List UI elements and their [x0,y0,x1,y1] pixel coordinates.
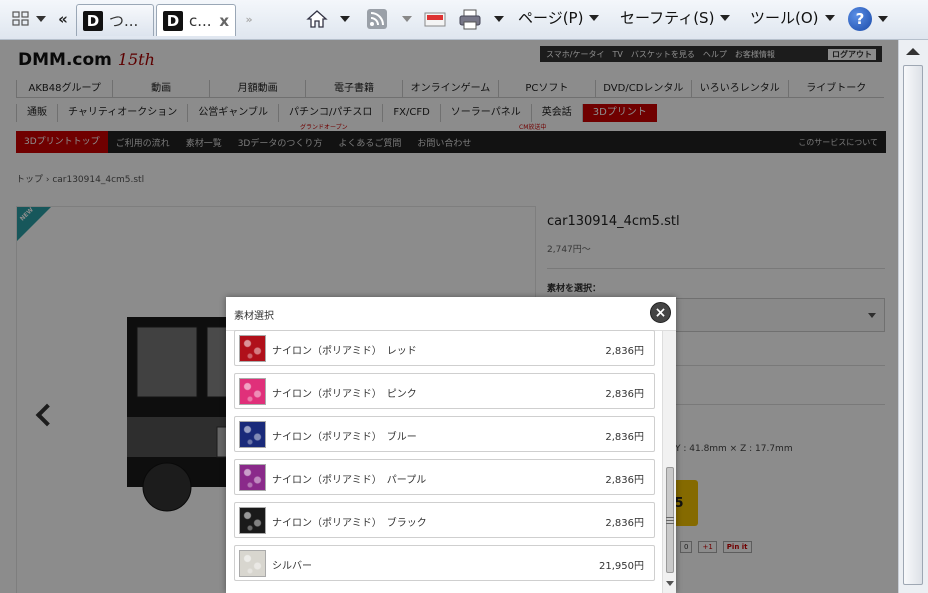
browser-tab-2[interactable]: D c... x [156,4,236,36]
material-price: 2,836円 [605,389,644,400]
chevron-down-icon [878,16,888,22]
material-name: ナイロン（ポリアミド） ブルー [272,432,417,443]
swatch-blue [239,421,266,448]
tab-grid-icon[interactable] [8,6,34,32]
chevron-down-icon [720,14,731,21]
material-name: ナイロン（ポリアミド） ブラック [272,518,427,529]
scroll-tabs-left-button[interactable]: « [52,6,74,32]
material-option-blue[interactable]: ナイロン（ポリアミド） ブルー 2,836円 [234,416,655,452]
material-name: ナイロン（ポリアミド） レッド [272,346,417,357]
material-price: 21,950円 [599,561,644,572]
swatch-pink [239,378,266,405]
dmm-favicon-icon: D [83,10,103,31]
browser-tab-label: c... [189,11,212,30]
material-list: ナイロン（ポリアミド） レッド 2,836円 ナイロン（ポリアミド） ピンク 2… [226,330,676,593]
swatch-black [239,507,266,534]
dialog-title: 素材選択 [234,311,274,322]
dialog-scroll-thumb[interactable] [666,467,674,573]
safety-menu[interactable]: セーフティ(S) [620,7,731,28]
material-name: シルバー [272,561,312,572]
help-menu[interactable]: ? [848,6,888,32]
scroll-down-icon[interactable] [666,581,674,586]
material-option-pink[interactable]: ナイロン（ポリアミド） ピンク 2,836円 [234,373,655,409]
page-menu[interactable]: ページ(P) [518,7,600,28]
tools-menu[interactable]: ツール(O) [750,7,835,28]
dialog-header: 素材選択 × [226,297,676,331]
dialog-scrollbar[interactable] [662,331,676,593]
scroll-up-icon[interactable] [906,48,920,55]
material-price: 2,836円 [605,432,644,443]
safety-menu-label: セーフティ(S) [620,9,715,27]
material-option-silver[interactable]: シルバー 21,950円 [234,545,655,581]
swatch-red [239,335,266,362]
material-option-red[interactable]: ナイロン（ポリアミド） レッド 2,836円 [234,330,655,366]
swatch-silver [239,550,266,577]
rss-dropdown-icon[interactable] [400,6,414,32]
scroll-tabs-right-button[interactable]: » [238,6,260,32]
material-name: ナイロン（ポリアミド） ピンク [272,389,417,400]
material-price: 2,836円 [605,475,644,486]
close-icon[interactable]: × [650,302,671,323]
home-dropdown-icon[interactable] [338,6,352,32]
material-price: 2,836円 [605,518,644,529]
tools-menu-label: ツール(O) [750,9,819,27]
material-name: ナイロン（ポリアミド） パープル [272,475,427,486]
dmm-favicon-icon: D [163,10,183,31]
browser-toolbar: « D つ... D c... x » ページ(P) セーフティ(S) ツール(… [0,0,928,40]
swatch-purple [239,464,266,491]
scroll-thumb[interactable] [903,65,923,585]
browser-tab-label: つ... [109,12,139,30]
print-dropdown-icon[interactable] [492,6,506,32]
material-price: 2,836円 [605,346,644,357]
material-select-dialog: 素材選択 × ナイロン（ポリアミド） レッド 2,836円 ナイロン（ポリアミド… [226,297,676,593]
browser-tab-1[interactable]: D つ... [76,4,154,36]
page-scrollbar[interactable] [898,40,928,593]
print-icon[interactable] [456,6,484,32]
home-icon[interactable] [304,6,330,32]
material-option-black[interactable]: ナイロン（ポリアミド） ブラック 2,836円 [234,502,655,538]
grip-icon [666,517,674,518]
page-menu-label: ページ(P) [518,9,584,27]
read-mail-icon[interactable] [422,6,448,32]
material-option-purple[interactable]: ナイロン（ポリアミド） パープル 2,836円 [234,459,655,495]
chevron-down-icon [589,14,600,21]
chevron-down-icon [824,14,835,21]
help-icon: ? [848,7,872,31]
tab-list-dropdown-icon[interactable] [34,6,48,32]
close-tab-icon[interactable]: x [219,12,229,30]
rss-feed-icon[interactable] [364,6,390,32]
